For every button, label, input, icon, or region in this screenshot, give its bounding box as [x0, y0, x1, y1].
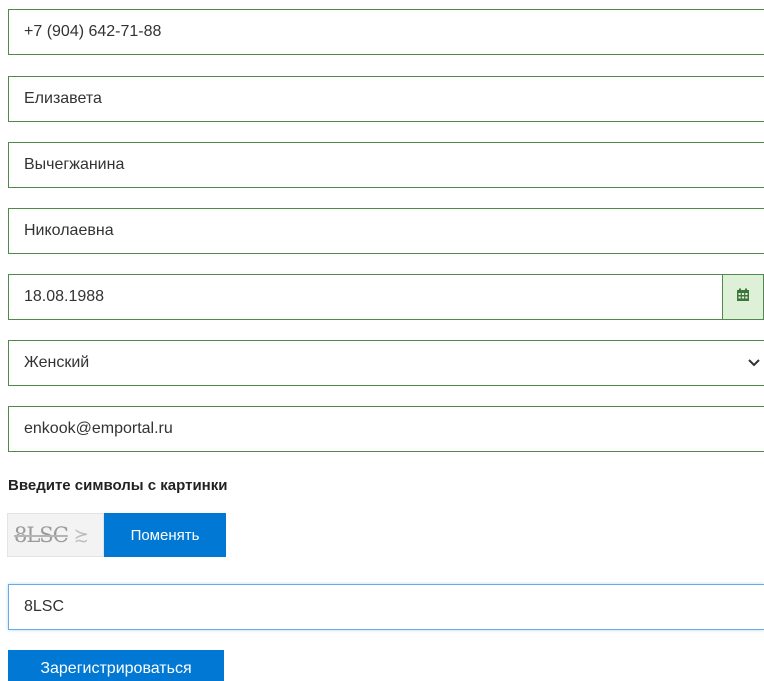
calendar-button[interactable] — [722, 275, 763, 319]
register-button[interactable]: Зарегистрироваться — [8, 650, 224, 681]
phone-input[interactable]: +7 (904) 642-71-88 — [8, 9, 764, 55]
middle-name-input[interactable]: Николаевна — [8, 208, 764, 254]
captcha-image: 8LSC ≿ — [7, 513, 104, 557]
captcha-image-text: 8LSC — [14, 523, 69, 547]
birth-date-value: 18.08.1988 — [24, 288, 105, 305]
birth-date-input[interactable]: 18.08.1988 — [8, 274, 764, 320]
gender-select[interactable]: Женский — [8, 340, 764, 386]
email-input[interactable]: enkook@emportal.ru — [8, 406, 764, 452]
register-button-label: Зарегистрироваться — [40, 660, 192, 677]
captcha-input[interactable]: 8LSC — [8, 584, 764, 630]
last-name-value: Вычегжанина — [24, 156, 125, 173]
last-name-input[interactable]: Вычегжанина — [8, 142, 764, 188]
captcha-image-glyph: ≿ — [73, 524, 89, 546]
change-captcha-button[interactable]: Поменять — [104, 513, 226, 557]
captcha-label: Введите символы с картинки — [8, 477, 228, 494]
phone-value: +7 (904) 642-71-88 — [24, 23, 162, 40]
gender-selected-value: Женский — [24, 354, 90, 371]
first-name-value: Елизавета — [24, 90, 102, 107]
middle-name-value: Николаевна — [24, 222, 114, 239]
captcha-input-value: 8LSC — [24, 598, 65, 615]
first-name-input[interactable]: Елизавета — [8, 76, 764, 122]
chevron-down-icon — [746, 355, 762, 371]
email-value: enkook@emportal.ru — [24, 420, 173, 437]
change-captcha-label: Поменять — [130, 526, 200, 544]
registration-form: +7 (904) 642-71-88 Елизавета Вычегжанина… — [0, 0, 764, 681]
calendar-icon — [736, 288, 750, 307]
